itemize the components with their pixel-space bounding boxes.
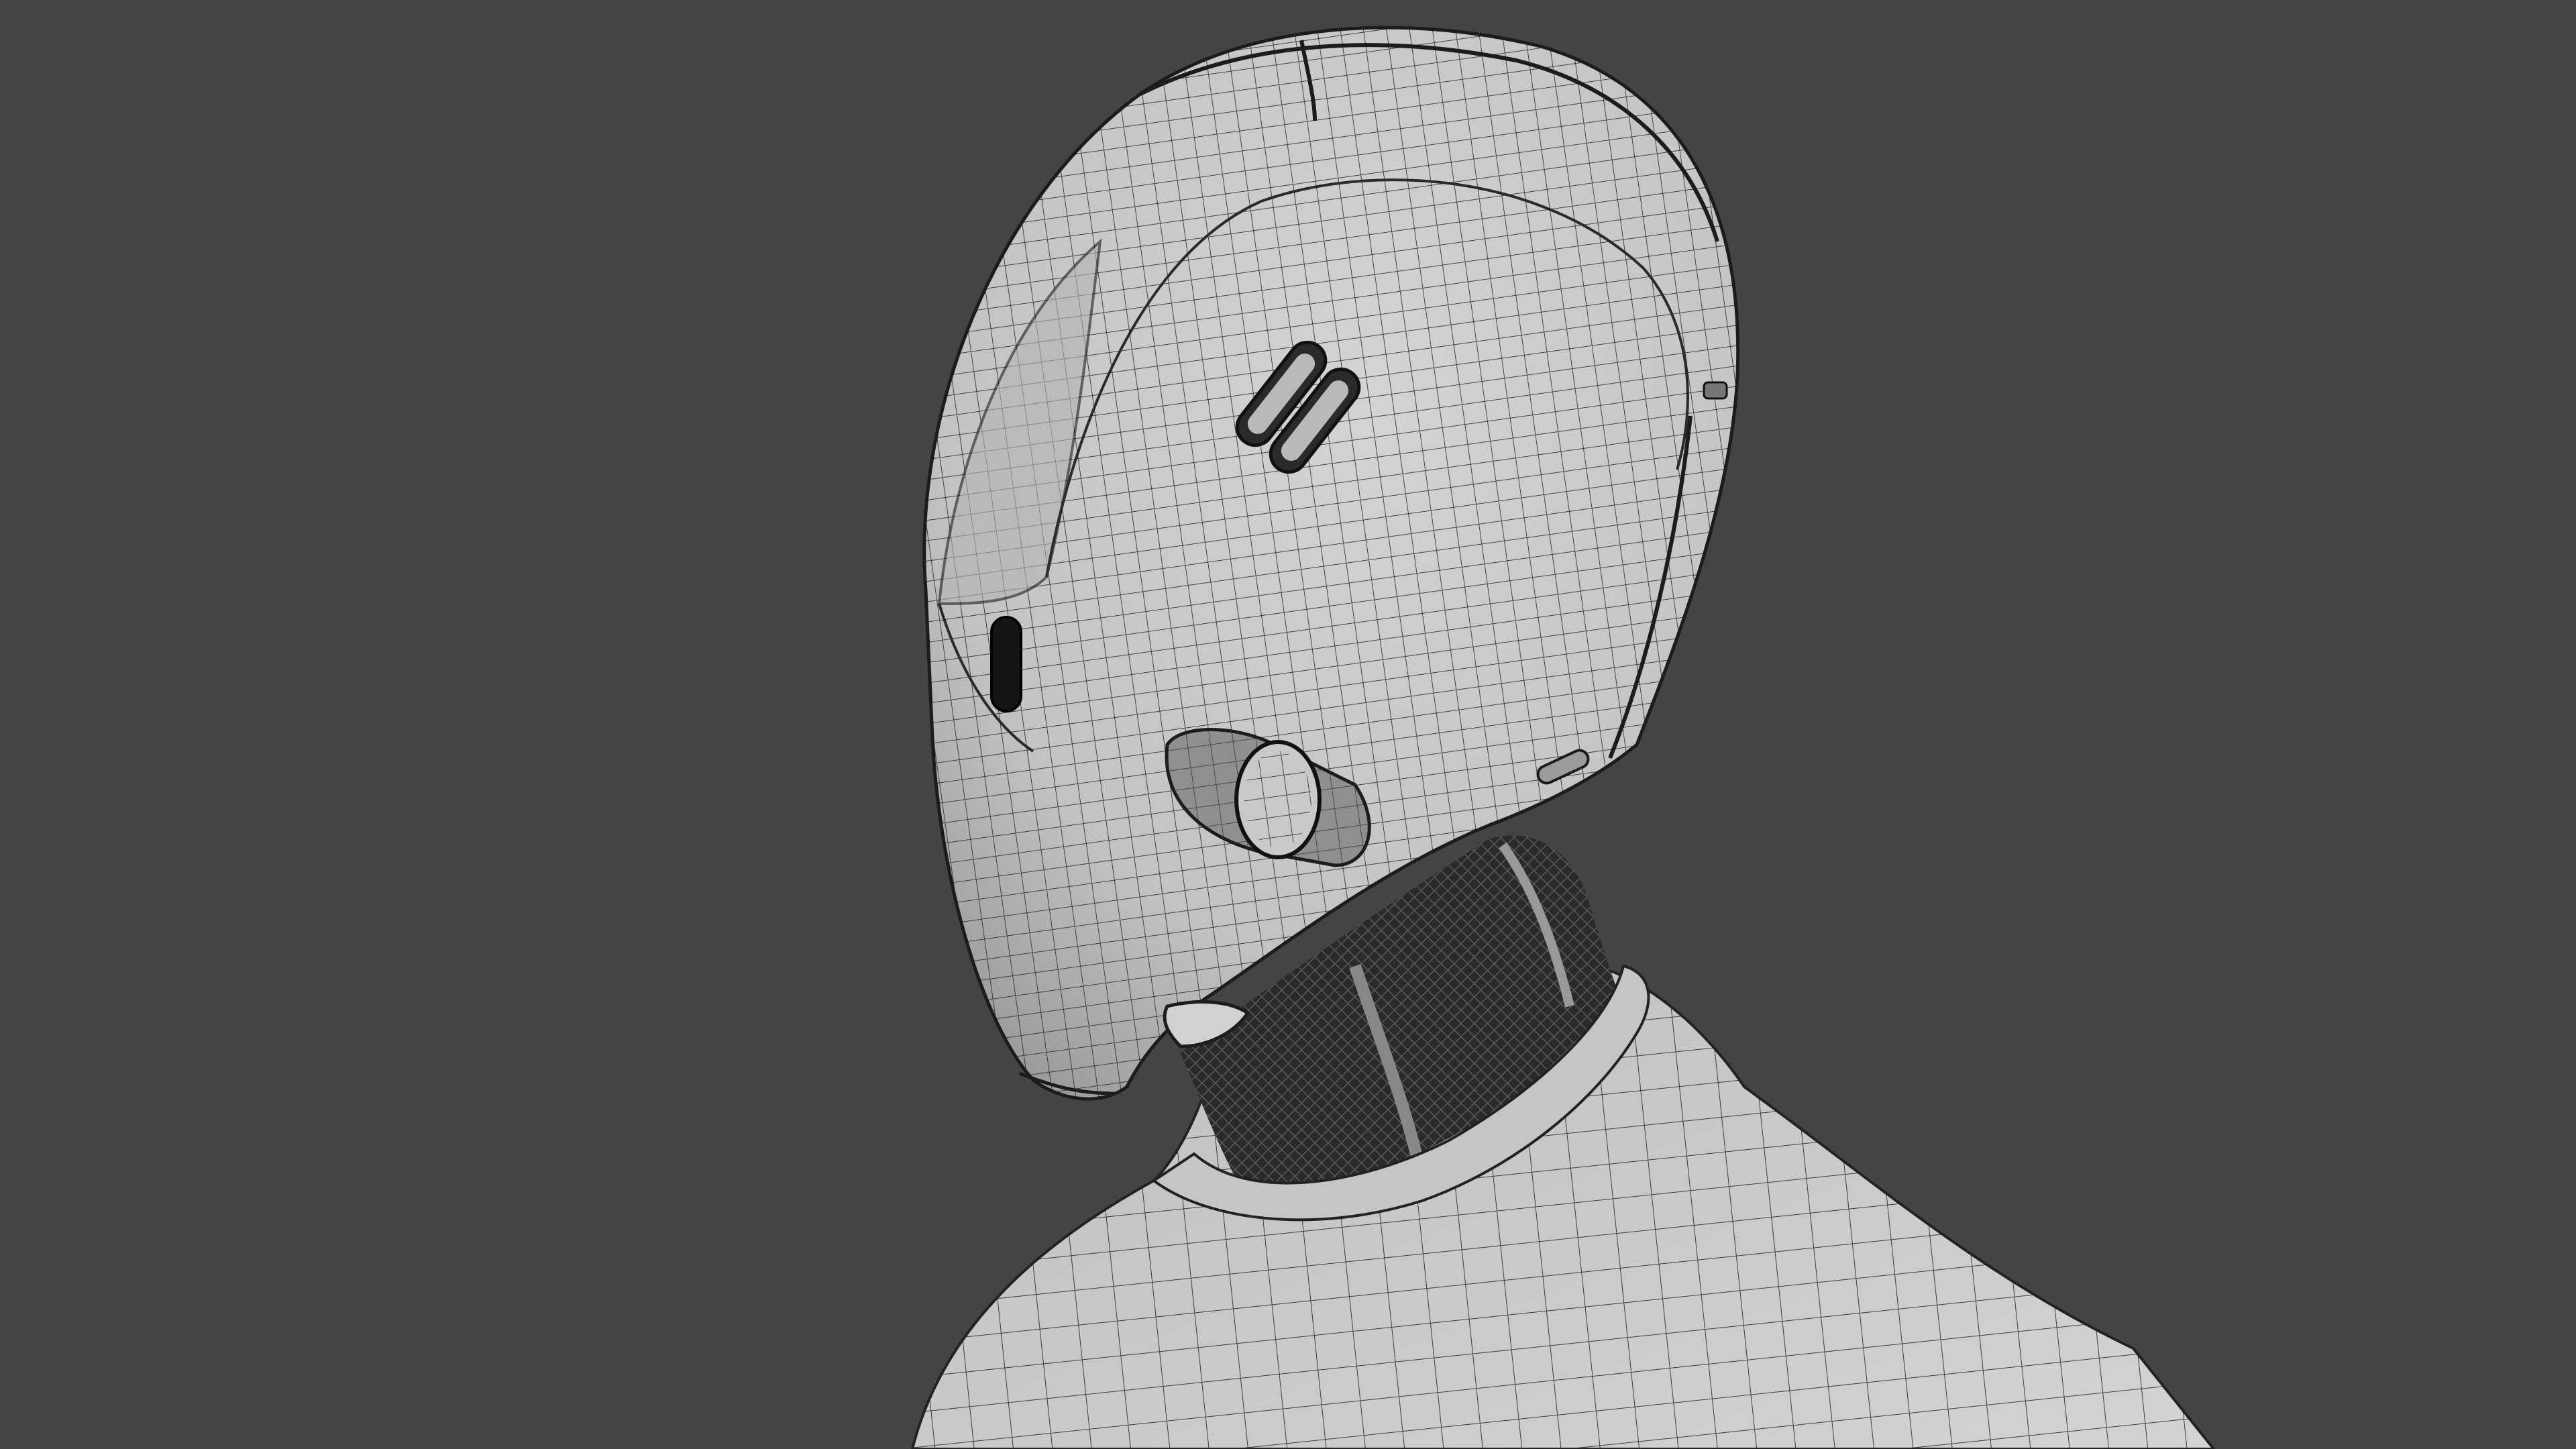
model-render [910, 25, 2216, 1449]
side-slit [990, 616, 1022, 712]
head-tag [1703, 381, 1728, 400]
robot-head [922, 25, 1740, 1101]
3d-viewport[interactable] [0, 0, 2576, 1449]
